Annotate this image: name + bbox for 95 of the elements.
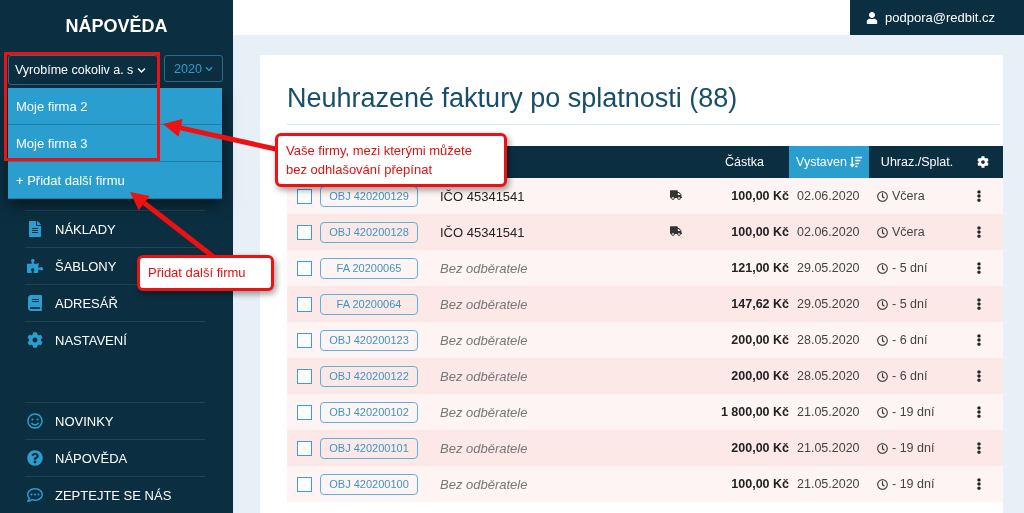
clock-icon bbox=[877, 262, 888, 274]
page-title: Neuhrazené faktury po splatnosti (88) bbox=[287, 83, 1000, 125]
date-cell-text: 21.05.2020 bbox=[796, 405, 861, 419]
document-number-button[interactable]: OBJ 420200100 bbox=[320, 473, 418, 495]
document-number-button[interactable]: FA 20200064 bbox=[320, 293, 418, 315]
user-icon bbox=[866, 11, 878, 24]
date-cell-text: 02.06.2020 bbox=[796, 225, 861, 239]
settings-icon[interactable] bbox=[976, 156, 989, 168]
sidebar-item-label: ADRESÁŘ bbox=[55, 295, 118, 311]
smiley-icon bbox=[27, 413, 43, 429]
customer-cell-text: Bez odběratele bbox=[440, 404, 529, 420]
row-checkbox[interactable] bbox=[297, 404, 312, 420]
amount-cell-text: 200,00 Kč bbox=[730, 333, 789, 347]
clock-icon bbox=[877, 406, 888, 418]
clock-icon bbox=[877, 370, 888, 382]
due-cell: - 5 dní bbox=[892, 297, 928, 311]
book-icon bbox=[27, 295, 43, 311]
column-header[interactable]: Částka bbox=[700, 146, 789, 178]
sort-icon bbox=[849, 156, 862, 168]
chat-icon bbox=[27, 487, 43, 503]
row-checkbox[interactable] bbox=[297, 440, 312, 456]
sidebar-item-label: NASTAVENÍ bbox=[55, 332, 127, 348]
puzzle-icon bbox=[27, 258, 43, 274]
chevron-icon bbox=[137, 65, 147, 75]
customer-cell-text: IČO 45341541 bbox=[440, 224, 526, 240]
column-header[interactable]: Uhraz./Splat. bbox=[869, 146, 965, 178]
sidebar-item-label: NÁKLADY bbox=[55, 221, 116, 237]
document-number-button[interactable]: OBJ 420200102 bbox=[320, 401, 418, 423]
customer-cell-text: Bez odběratele bbox=[440, 296, 529, 312]
customer-cell-text: Bez odběratele bbox=[440, 260, 529, 276]
amount-cell-text: 200,00 Kč bbox=[730, 369, 789, 383]
due-cell: - 6 dní bbox=[892, 369, 928, 383]
clock-icon bbox=[877, 190, 888, 202]
sidebar-item[interactable]: NASTAVENÍ bbox=[25, 321, 205, 358]
customer-cell-text: Bez odběratele bbox=[440, 440, 529, 456]
amount-cell-text: 100,00 Kč bbox=[730, 225, 789, 239]
amount-cell-text: 1 800,00 Kč bbox=[719, 405, 789, 419]
customer-cell-text: IČO 45341541 bbox=[440, 188, 526, 204]
amount-cell-text: 121,00 Kč bbox=[730, 261, 789, 275]
due-cell: - 19 dní bbox=[892, 477, 935, 491]
date-cell-text: 21.05.2020 bbox=[796, 477, 861, 491]
document-number-button[interactable]: OBJ 420200123 bbox=[320, 329, 418, 351]
company-select[interactable]: Vyrobíme cokoliv a. s bbox=[8, 55, 158, 85]
amount-cell-text: 200,00 Kč bbox=[730, 441, 789, 455]
help-icon bbox=[27, 450, 43, 466]
date-cell-text: 28.05.2020 bbox=[796, 333, 861, 347]
amount-cell-text: 147,62 Kč bbox=[730, 297, 789, 311]
due-cell: - 19 dní bbox=[892, 441, 935, 455]
clock-icon bbox=[877, 298, 888, 310]
customer-cell-text: Bez odběratele bbox=[440, 476, 529, 492]
sidebar-item[interactable]: NÁPOVĚDA bbox=[25, 439, 205, 476]
document-icon bbox=[27, 221, 43, 237]
clock-icon bbox=[877, 442, 888, 454]
date-cell-text: 29.05.2020 bbox=[796, 297, 861, 311]
row-checkbox[interactable] bbox=[297, 260, 312, 276]
row-checkbox[interactable] bbox=[297, 188, 312, 204]
document-number-button[interactable]: FA 20200065 bbox=[320, 257, 418, 279]
sidebar-item-label: ZEPTEJTE SE NÁS bbox=[55, 487, 172, 503]
sidebar-item[interactable]: ZEPTEJTE SE NÁS bbox=[25, 476, 205, 513]
annotation-tooltip: Vaše firmy, mezi kterými můžete bez odhlašování přepínat bbox=[275, 133, 507, 187]
due-cell: - 6 dní bbox=[892, 333, 928, 347]
sidebar-item-label: ŠABLONY bbox=[55, 258, 117, 274]
year-select[interactable]: 2020 bbox=[164, 55, 223, 82]
document-number-button[interactable]: OBJ 420200122 bbox=[320, 365, 418, 387]
column-header[interactable]: Vystaven bbox=[789, 146, 869, 178]
sidebar-item-label: NOVINKY bbox=[55, 413, 114, 429]
annotation-tooltip: Přidat další firmu bbox=[137, 255, 274, 291]
settings-icon bbox=[27, 332, 43, 348]
clock-icon bbox=[877, 334, 888, 346]
row-checkbox[interactable] bbox=[297, 332, 312, 348]
date-cell-text: 21.05.2020 bbox=[796, 441, 861, 455]
customer-cell-text: Bez odběratele bbox=[440, 332, 529, 348]
row-checkbox[interactable] bbox=[297, 296, 312, 312]
due-cell: Včera bbox=[892, 189, 925, 203]
row-checkbox[interactable] bbox=[297, 368, 312, 384]
amount-cell-text: 100,00 Kč bbox=[730, 189, 789, 203]
app-title: NÁPOVĚDA bbox=[64, 14, 169, 38]
document-number-button[interactable]: OBJ 420200128 bbox=[320, 221, 418, 243]
clock-icon bbox=[877, 226, 888, 238]
document-number-button[interactable]: OBJ 420200101 bbox=[320, 437, 418, 459]
date-cell-text: 02.06.2020 bbox=[796, 189, 861, 203]
row-checkbox[interactable] bbox=[297, 224, 312, 240]
amount-cell-text: 100,00 Kč bbox=[730, 477, 789, 491]
customer-cell-text: Bez odběratele bbox=[440, 368, 529, 384]
sidebar-item[interactable]: NÁKLADY bbox=[25, 210, 205, 247]
sidebar-item[interactable]: NOVINKY bbox=[25, 402, 205, 439]
due-cell: Včera bbox=[892, 225, 925, 239]
date-cell-text: 28.05.2020 bbox=[796, 369, 861, 383]
due-cell: - 19 dní bbox=[892, 405, 935, 419]
row-checkbox[interactable] bbox=[297, 476, 312, 492]
date-cell-text: 29.05.2020 bbox=[796, 261, 861, 275]
chevron-icon bbox=[204, 64, 213, 73]
due-cell: - 5 dní bbox=[892, 261, 928, 275]
clock-icon bbox=[877, 478, 888, 490]
sidebar-item-label: NÁPOVĚDA bbox=[55, 450, 128, 466]
